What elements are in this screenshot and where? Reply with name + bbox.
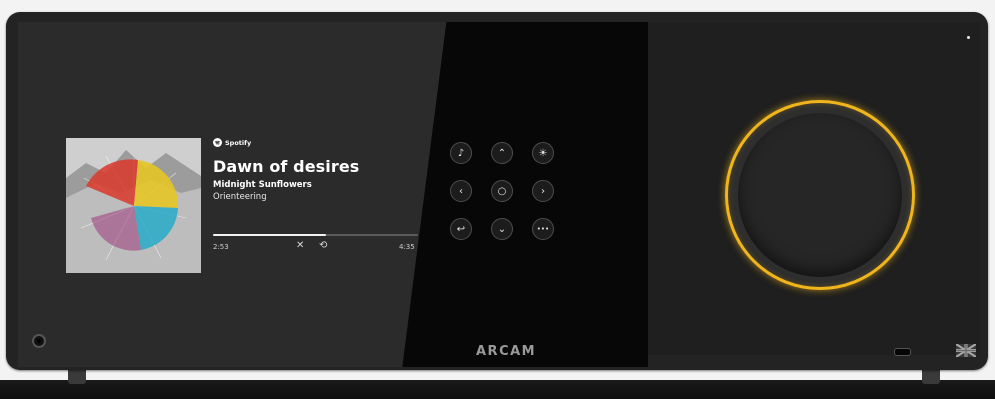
left-button[interactable]: ‹ — [450, 180, 472, 202]
track-meta: Spotify Dawn of desires Midnight Sunflow… — [213, 138, 423, 202]
up-button[interactable]: ⌃ — [491, 142, 513, 164]
display-screen: Spotify Dawn of desires Midnight Sunflow… — [18, 22, 648, 367]
repeat-icon[interactable]: ⟲ — [319, 241, 327, 251]
shelf — [0, 380, 995, 399]
progress-fill — [213, 234, 326, 236]
usb-c-port — [894, 348, 911, 356]
source-label: Spotify — [225, 138, 252, 147]
brightness-button[interactable]: ☀ — [532, 142, 554, 164]
down-button[interactable]: ⌄ — [491, 218, 513, 240]
music-note-button[interactable]: ♪ — [450, 142, 472, 164]
track-album: Orienteering — [213, 192, 267, 202]
select-button[interactable]: ○ — [491, 180, 513, 202]
device-foot-left — [68, 370, 86, 384]
progress-bar[interactable] — [213, 234, 418, 236]
track-title: Dawn of desires — [213, 157, 360, 176]
headphone-jack — [32, 334, 46, 348]
total-time: 4:35 — [399, 243, 415, 251]
arcam-logo: ARCAM — [476, 344, 537, 359]
album-art — [66, 138, 201, 273]
control-pad: ♪ ⌃ ☀ ‹ ○ › ↩ ⌄ ••• — [450, 142, 560, 250]
back-button[interactable]: ↩ — [450, 218, 472, 240]
album-art-image — [66, 138, 201, 273]
standby-led — [967, 36, 970, 39]
shuffle-icon[interactable]: ✕ — [296, 241, 304, 251]
right-button[interactable]: › — [532, 180, 554, 202]
elapsed-time: 2:53 — [213, 243, 229, 251]
spotify-icon — [213, 138, 222, 147]
more-button[interactable]: ••• — [532, 218, 554, 240]
track-artist: Midnight Sunflowers — [213, 180, 312, 190]
device-foot-right — [922, 370, 940, 384]
volume-knob[interactable] — [725, 100, 915, 290]
uk-flag-icon — [956, 344, 976, 357]
source-brand: Spotify — [213, 138, 423, 147]
volume-knob-face — [738, 113, 902, 277]
